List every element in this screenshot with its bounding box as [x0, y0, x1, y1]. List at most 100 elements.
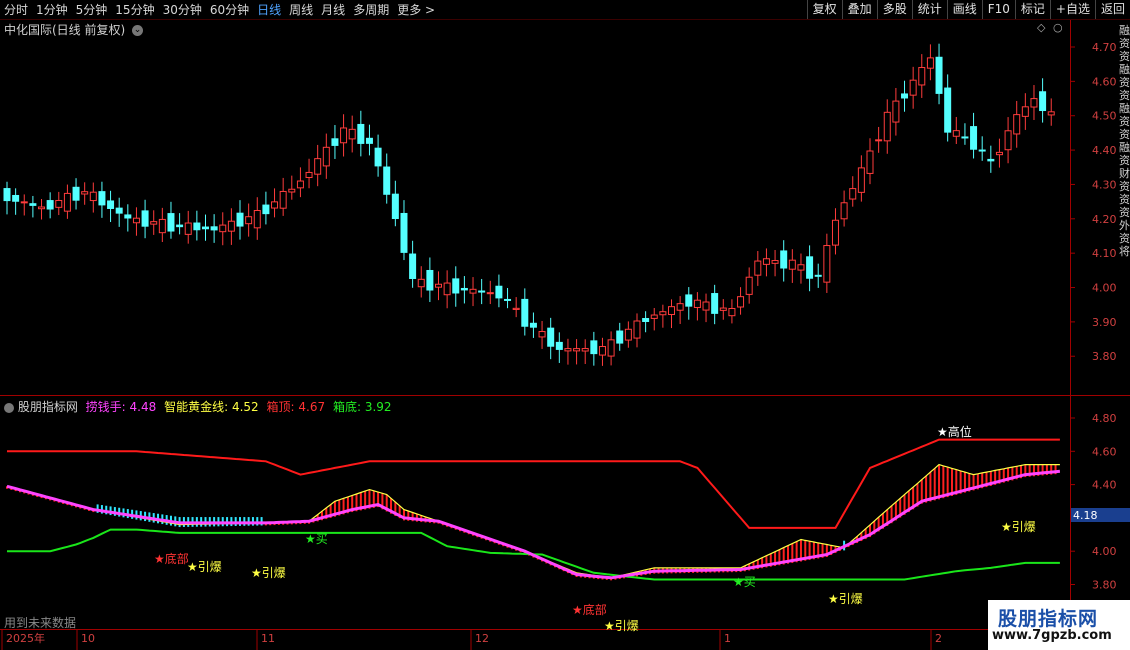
candle: [573, 339, 581, 365]
candle: [124, 204, 132, 232]
candle: [460, 276, 468, 304]
candle: [253, 197, 261, 240]
period-tab-monthly[interactable]: 月线: [317, 1, 349, 18]
price-tick-label: 4.70: [1092, 41, 1117, 54]
price-tick-label: 4.40: [1092, 144, 1117, 157]
candle: [806, 245, 814, 292]
indicator-name[interactable]: 股朋指标网: [18, 400, 78, 414]
candle: [357, 110, 365, 157]
candle: [926, 44, 934, 81]
draw-line-button[interactable]: 画线: [946, 0, 982, 19]
candle: [288, 175, 296, 200]
mark-button[interactable]: 标记: [1014, 0, 1050, 19]
candle: [219, 212, 227, 246]
candle: [150, 210, 158, 235]
price-axis: 4.70 4.60 4.50 4.40 4.30 4.20 4.10 4.00 3.90 3.80: [1071, 41, 1117, 363]
money-hand-label: 捞钱手:: [85, 400, 126, 414]
diamond-icon[interactable]: ◇: [1037, 21, 1045, 34]
price-tick-label: 4.00: [1092, 282, 1117, 295]
candle: [685, 287, 693, 320]
indicator-menu-icon[interactable]: [4, 402, 14, 413]
add-watchlist-button[interactable]: +自选: [1049, 0, 1095, 19]
candle: [46, 192, 54, 219]
candle: [55, 191, 63, 216]
statistics-button[interactable]: 统计: [911, 0, 947, 19]
overlay-button[interactable]: 叠加: [841, 0, 877, 19]
candle: [633, 313, 641, 348]
candle: [961, 123, 969, 145]
candle: [426, 257, 434, 303]
candle: [676, 296, 684, 324]
period-tab-1min[interactable]: 1分钟: [32, 1, 72, 18]
period-tabs: 分时 1分钟 5分钟 15分钟 30分钟 60分钟 日线 周线 月线 多周期 更…: [0, 0, 439, 19]
period-tab-5min[interactable]: 5分钟: [72, 1, 112, 18]
period-tab-fenshi[interactable]: 分时: [0, 1, 32, 18]
box-bottom-label: 箱底:: [332, 400, 361, 414]
candle: [668, 299, 676, 329]
date-label: 2: [935, 632, 942, 645]
circle-icon[interactable]: ○: [1053, 21, 1063, 34]
candle: [409, 240, 417, 288]
period-tab-30min[interactable]: 30分钟: [159, 1, 206, 18]
signal-detonate: ★引爆: [828, 592, 863, 606]
multi-stock-button[interactable]: 多股: [876, 0, 912, 19]
candle: [1021, 93, 1029, 130]
back-button[interactable]: 返回: [1094, 0, 1130, 19]
restore-rights-button[interactable]: 复权: [806, 0, 842, 19]
period-tab-multi[interactable]: 多周期: [349, 1, 393, 18]
candle: [305, 158, 313, 189]
candle: [547, 317, 555, 360]
chevron-down-icon[interactable]: ⌄: [132, 25, 144, 36]
f10-button[interactable]: F10: [981, 0, 1015, 19]
candle: [840, 190, 848, 227]
period-tab-daily[interactable]: 日线: [253, 1, 285, 18]
candle: [1004, 117, 1012, 164]
candle: [262, 191, 270, 225]
period-tab-60min[interactable]: 60分钟: [206, 1, 253, 18]
indicator-axis: 4.804.604.404.204.003.80: [1071, 412, 1117, 592]
indicator-tick-label: 4.80: [1092, 412, 1117, 425]
gold-line-label: 智能黄金线:: [164, 400, 229, 414]
candle: [314, 144, 322, 187]
period-tab-more[interactable]: 更多 >: [393, 1, 439, 18]
candle: [978, 136, 986, 161]
period-tab-15min[interactable]: 15分钟: [111, 1, 158, 18]
candle: [184, 210, 192, 244]
candle: [987, 145, 995, 173]
candle: [512, 297, 520, 318]
candle: [702, 293, 710, 323]
candle: [193, 210, 201, 241]
candle: [29, 195, 37, 218]
date-label: 11: [261, 632, 275, 645]
candle: [952, 116, 960, 145]
candle: [107, 190, 115, 223]
indicator-tick-label: 3.80: [1092, 579, 1117, 592]
price-tick-label: 3.80: [1092, 350, 1117, 363]
candle: [279, 177, 287, 216]
candle: [365, 124, 373, 156]
candle: [443, 270, 451, 309]
candle: [227, 208, 235, 245]
box-top-value: 4.67: [298, 400, 326, 414]
period-tab-weekly[interactable]: 周线: [285, 1, 317, 18]
candle: [374, 134, 382, 177]
candle: [98, 181, 106, 218]
candle: [659, 304, 667, 328]
candle: [72, 178, 80, 210]
candle: [210, 214, 218, 243]
price-tick-label: 4.50: [1092, 110, 1117, 123]
price-tick-label: 3.90: [1092, 316, 1117, 329]
candle: [875, 126, 883, 153]
candle: [141, 199, 149, 239]
candle: [245, 203, 253, 237]
candle: [115, 197, 123, 227]
candle: [538, 320, 546, 349]
candle: [201, 214, 209, 241]
candle: [417, 266, 425, 298]
candle: [849, 176, 857, 207]
candle: [167, 201, 175, 239]
stock-title[interactable]: 中化国际(日线 前复权): [4, 23, 125, 37]
candle: [331, 125, 339, 159]
candle: [521, 288, 529, 336]
signal-bottom: ★底部: [572, 603, 607, 617]
